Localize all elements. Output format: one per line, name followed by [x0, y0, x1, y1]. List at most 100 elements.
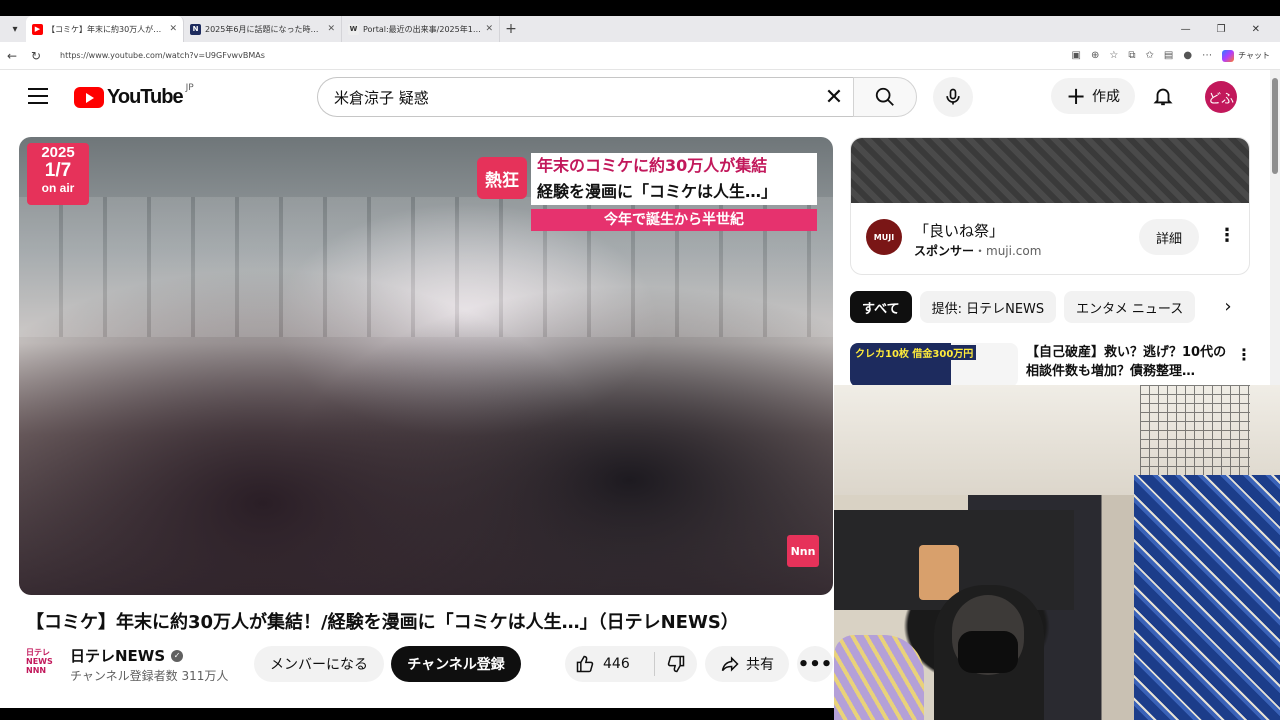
- sponsor-label: スポンサー: [914, 244, 975, 258]
- sponsor-domain: ・muji.com: [974, 244, 1042, 258]
- like-button[interactable]: 446: [565, 652, 655, 676]
- chip-next-chevron-icon[interactable]: ›: [1216, 294, 1240, 318]
- video-title: 【コミケ】年末に約30万人が集結！/経験を漫画に「コミケは人生…」（日テレNEW…: [26, 612, 739, 633]
- favorite-star-icon[interactable]: ☆: [1109, 50, 1118, 61]
- tab-close-icon[interactable]: ✕: [327, 24, 335, 34]
- browser-tab-2[interactable]: N 2025年6月に話題になった時事ニュー ✕: [184, 16, 342, 42]
- thumbs-up-icon: [576, 655, 594, 673]
- close-window-icon[interactable]: ✕: [1252, 24, 1260, 35]
- share-arrow-icon: [721, 656, 739, 672]
- youtube-logo[interactable]: YouTube JP: [74, 82, 194, 109]
- chip-all[interactable]: すべて: [850, 291, 912, 323]
- share-label: 共有: [746, 657, 774, 673]
- telop-line-1: 年末のコミケに約30万人が集結: [531, 153, 817, 179]
- new-tab-button[interactable]: +: [500, 21, 522, 37]
- address-bar: ← ↻ https://www.youtube.com/watch?v=U9GF…: [0, 42, 1280, 70]
- copilot-label: チャット: [1238, 51, 1270, 60]
- news-telop: 熱狂 年末のコミケに約30万人が集結 経験を漫画に「コミケは人生…」 今年で誕生…: [475, 153, 817, 231]
- join-membership-button[interactable]: メンバーになる: [254, 646, 384, 682]
- ad-brand-logo: MUJI: [866, 219, 902, 255]
- reader-icon[interactable]: ▣: [1072, 50, 1081, 61]
- like-dislike-group: 446: [565, 646, 697, 682]
- restore-icon[interactable]: ❐: [1217, 24, 1226, 35]
- onair-year: 2025: [41, 144, 75, 161]
- microphone-icon: [946, 88, 960, 105]
- onair-label: on air: [41, 181, 75, 195]
- notifications-bell-icon[interactable]: [1149, 82, 1177, 110]
- thumbs-down-icon: [667, 655, 685, 673]
- minimize-icon[interactable]: —: [1181, 24, 1191, 35]
- ad-details-button[interactable]: 詳細: [1139, 219, 1199, 255]
- youtube-favicon-icon: ▶: [32, 23, 43, 35]
- region-code: JP: [185, 82, 194, 93]
- telop-badge: 熱狂: [477, 157, 527, 199]
- subscribe-button[interactable]: チャンネル登録: [391, 646, 521, 682]
- voice-search-button[interactable]: [933, 77, 973, 117]
- recommended-menu-icon[interactable]: ⋮: [1236, 345, 1252, 364]
- onair-day: 1/7: [44, 160, 72, 181]
- extensions-icon[interactable]: ⧉: [1128, 50, 1135, 61]
- clear-search-icon[interactable]: ✕: [814, 85, 854, 110]
- copilot-button[interactable]: チャット: [1222, 49, 1270, 62]
- create-label: 作成: [1092, 89, 1121, 105]
- profile-icon[interactable]: ●: [1183, 50, 1192, 61]
- tab-label: 【コミケ】年末に約30万人が集結: [47, 24, 166, 34]
- hamburger-menu-icon[interactable]: [28, 88, 48, 104]
- nnn-watermark: Nnn: [787, 535, 819, 567]
- webcam-curtain: [1134, 475, 1280, 720]
- channel-name-text: 日テレNEWS: [70, 647, 166, 665]
- url-field[interactable]: https://www.youtube.com/watch?v=U9GFvwvB…: [56, 45, 1064, 66]
- webcam-mask: [958, 631, 1018, 673]
- webcam-blanket: [834, 635, 924, 720]
- account-avatar[interactable]: どふ: [1205, 81, 1237, 113]
- recommended-thumbnail[interactable]: クレカ10枚 借金300万円: [850, 343, 1018, 387]
- collections-icon[interactable]: ▤: [1164, 50, 1173, 61]
- search-query: 米倉涼子 疑惑: [334, 88, 429, 107]
- like-count: 446: [603, 656, 630, 672]
- subscriber-count: チャンネル登録者数 311万人: [70, 669, 229, 683]
- tab-label: Portal:最近の出来事/2025年1月 - W: [363, 24, 481, 34]
- webcam-overlay: [834, 385, 1280, 720]
- tab-close-icon[interactable]: ✕: [485, 24, 493, 34]
- back-arrow-icon[interactable]: ←: [0, 49, 24, 63]
- channel-name[interactable]: 日テレNEWS ✓: [70, 645, 184, 666]
- favorites-icon[interactable]: ✩: [1146, 50, 1154, 61]
- chip-from-channel[interactable]: 提供: 日テレNEWS: [919, 291, 1057, 323]
- browser-menu-icon[interactable]: ⋯: [1202, 50, 1212, 61]
- tab-actions-chevron-icon[interactable]: ▾: [4, 18, 26, 40]
- copilot-icon: [1222, 49, 1235, 62]
- search-icon: [875, 87, 894, 106]
- logo-text: YouTube: [107, 86, 184, 108]
- create-button[interactable]: + 作成: [1051, 78, 1135, 114]
- tab-close-icon[interactable]: ✕: [169, 24, 177, 34]
- sponsored-ad-card[interactable]: [850, 137, 1250, 275]
- dislike-button[interactable]: [655, 654, 697, 674]
- chip-entertainment-news[interactable]: エンタメ ニュース: [1064, 291, 1196, 323]
- share-button[interactable]: 共有: [705, 646, 789, 682]
- reload-icon[interactable]: ↻: [24, 49, 48, 63]
- zoom-icon[interactable]: ⊕: [1091, 50, 1099, 61]
- telop-line-2: 経験を漫画に「コミケは人生…」: [531, 179, 817, 205]
- tab-label: 2025年6月に話題になった時事ニュー: [205, 24, 323, 34]
- browser-tab-1[interactable]: ▶ 【コミケ】年末に約30万人が集結 ✕: [26, 16, 184, 42]
- telop-line-3: 今年で誕生から半世紀: [531, 209, 817, 231]
- filter-chips: すべて 提供: 日テレNEWS エンタメ ニュース: [850, 291, 1250, 323]
- search-button[interactable]: [853, 77, 917, 117]
- youtube-header: YouTube JP 米倉涼子 疑惑 ✕ + 作成 どふ: [0, 70, 1280, 126]
- scrollbar-thumb[interactable]: [1272, 78, 1278, 174]
- recommended-title[interactable]: 【自己破産】救い？逃げ？10代の相談件数も増加？債務整理…: [1026, 343, 1236, 381]
- ad-menu-icon[interactable]: ⋮: [1218, 225, 1236, 246]
- video-player[interactable]: 2025 1/7 on air 熱狂 年末のコミケに約30万人が集結 経験を漫画…: [19, 137, 833, 595]
- onair-date-badge: 2025 1/7 on air: [27, 143, 89, 205]
- browser-tab-3[interactable]: W Portal:最近の出来事/2025年1月 - W ✕: [342, 16, 500, 42]
- plus-icon: +: [1065, 82, 1087, 110]
- more-actions-button[interactable]: •••: [797, 646, 833, 682]
- browser-tab-bar: ▾ ▶ 【コミケ】年末に約30万人が集結 ✕ N 2025年6月に話題になった時…: [0, 16, 1280, 42]
- channel-logo[interactable]: 日テレ NEWS NNN: [26, 648, 53, 680]
- news-favicon-icon: N: [190, 23, 201, 35]
- youtube-play-icon: [74, 87, 104, 108]
- address-bar-icons: ▣ ⊕ ☆ ⧉ ✩ ▤ ● ⋯ チャット: [1072, 49, 1280, 62]
- ad-sponsor-line: スポンサー・muji.com: [914, 242, 1041, 259]
- ad-title[interactable]: 「良いね祭」: [914, 220, 1004, 241]
- search-input[interactable]: 米倉涼子 疑惑 ✕: [317, 77, 854, 117]
